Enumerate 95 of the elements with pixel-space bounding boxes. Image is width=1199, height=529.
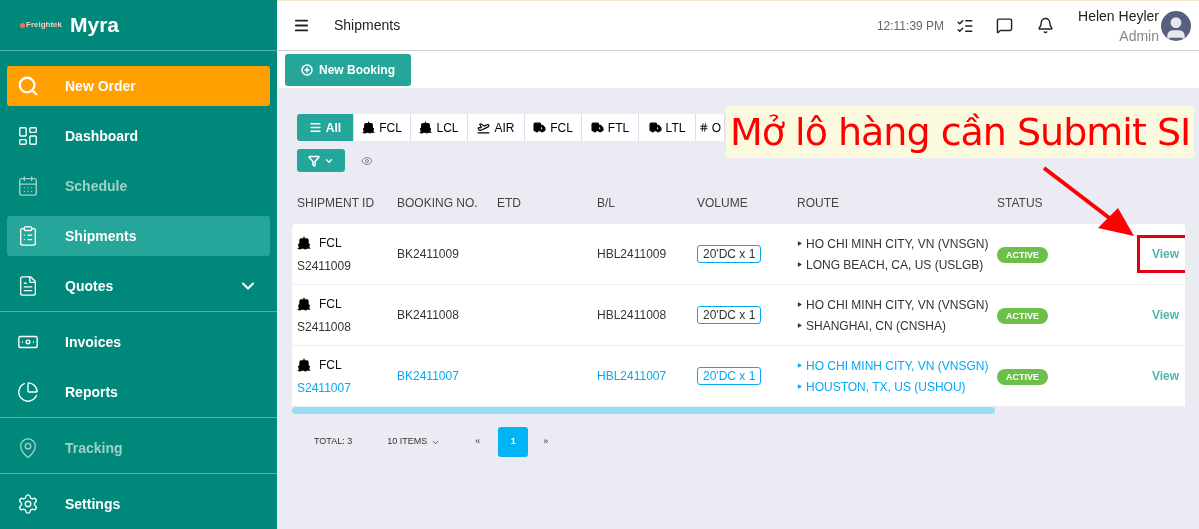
route-port: LONG BEACH, CA, US (USLGB) [806, 256, 984, 274]
view-link[interactable]: View [1137, 357, 1185, 395]
status-badge: ACTIVE [997, 308, 1048, 324]
sidebar-item[interactable]: Quotes [7, 266, 270, 306]
booking-number: BK2411007 [397, 368, 460, 385]
filter-button[interactable] [297, 149, 345, 172]
status-badge: ACTIVE [997, 369, 1048, 385]
route-port: HOUSTON, TX, US (USHOU) [806, 378, 966, 396]
shipment-id[interactable]: S2411008 [297, 317, 397, 336]
ship-icon [297, 235, 311, 250]
booking-number: BK2411009 [397, 246, 460, 263]
filter-tab[interactable]: FCL [525, 114, 582, 141]
view-link[interactable]: View [1137, 296, 1185, 334]
sidebar-item[interactable]: Dashboard [7, 116, 270, 156]
clipboard-icon [17, 225, 39, 247]
filter-icon [308, 154, 320, 167]
sidebar-item[interactable]: Invoices [7, 322, 270, 362]
search-icon [17, 75, 39, 97]
caret-icon [797, 262, 802, 267]
column-header: VOLUME [697, 194, 749, 212]
scrollbar[interactable] [292, 407, 995, 414]
user-name: Helen Heyler [1078, 6, 1159, 26]
volume-tag: 20'DC x 1 [697, 245, 762, 263]
sidebar-item[interactable]: Settings [7, 484, 270, 524]
column-header: BOOKING NO. [397, 194, 479, 212]
menu-icon[interactable] [293, 17, 310, 34]
sidebar-item[interactable]: Reports [7, 372, 270, 412]
user-role: Admin [1119, 26, 1159, 46]
view-link[interactable]: View [1137, 235, 1185, 273]
filter-tab[interactable]: FCL [354, 114, 411, 141]
caret-icon [797, 241, 802, 246]
settings-icon [17, 493, 39, 515]
filter-tab[interactable]: O [696, 114, 725, 141]
chat-icon[interactable] [996, 17, 1014, 34]
column-header: B/L [597, 194, 616, 212]
truck-icon [648, 121, 662, 134]
filter-tab[interactable]: All [297, 114, 354, 141]
route-port: SHANGHAI, CN (CNSHA) [806, 317, 946, 335]
caret-icon [797, 363, 802, 368]
ship-icon [297, 357, 311, 372]
avatar[interactable] [1161, 10, 1191, 41]
route-port: HO CHI MINH CITY, VN (VNSGN) [806, 296, 989, 314]
column-header: ROUTE [797, 194, 840, 212]
table-row[interactable]: FCL S2411008 BK2411008 HBL2411008 20'DC x 1 HO CHI MINH CITY, VN (VNSGN) SHANGHAI, CN (CNSHA) ACTIVE View [292, 285, 1185, 346]
pie-chart-icon [17, 381, 39, 403]
dashboard-icon [17, 125, 39, 147]
page-size-select[interactable]: 10 ITEMS [387, 435, 441, 449]
truck-icon [590, 121, 604, 134]
bill-of-lading: HBL2411008 [597, 307, 668, 324]
volume-tag: 20'DC x 1 [697, 306, 762, 324]
column-header: SHIPMENT ID [297, 194, 376, 212]
notification-icon[interactable] [1037, 17, 1055, 34]
transport-mode: FCL [319, 295, 342, 313]
caret-icon [797, 323, 802, 328]
bill-of-lading: HBL2411009 [597, 246, 668, 263]
previous-page[interactable]: « [475, 435, 481, 449]
column-header: STATUS [997, 194, 1044, 212]
truck-icon [533, 121, 547, 134]
logo: Freightek [20, 19, 62, 31]
plus-icon [301, 63, 313, 76]
filter-tab[interactable]: LCL [411, 114, 468, 141]
booking-number: BK2411008 [397, 307, 460, 324]
caret-icon [797, 384, 802, 389]
route-port: HO CHI MINH CITY, VN (VNSGN) [806, 357, 989, 375]
ship-icon [419, 121, 433, 134]
route-port: HO CHI MINH CITY, VN (VNSGN) [806, 235, 989, 253]
shipment-id[interactable]: S2411009 [297, 256, 397, 275]
next-page[interactable]: » [543, 435, 549, 449]
sidebar-item[interactable]: Shipments [7, 216, 270, 256]
page-title: Shipments [334, 16, 401, 35]
column-header: ETD [497, 194, 522, 212]
caret-icon [797, 302, 802, 307]
total-count: TOTAL: 3 [314, 435, 353, 449]
ship-icon [297, 296, 311, 311]
ship-icon [362, 121, 376, 134]
volume-tag: 20'DC x 1 [697, 367, 762, 385]
shipment-id[interactable]: S2411007 [297, 378, 397, 397]
hash-icon [699, 122, 709, 133]
filter-tab[interactable]: LTL [639, 114, 696, 141]
document-icon [17, 275, 39, 297]
clock-time: 12:11:39 PM [876, 17, 945, 35]
annotation-callout: Mở lô hàng cần Submit SI [726, 106, 1195, 158]
page-number[interactable]: 1 [498, 427, 529, 457]
calendar-icon [17, 175, 39, 197]
transport-mode: FCL [319, 234, 342, 252]
new-booking-button[interactable]: New Booking [285, 53, 411, 86]
filter-tab[interactable]: FTL [582, 114, 639, 141]
brand-name: Myra [70, 12, 120, 39]
transport-mode: FCL [319, 356, 342, 374]
plane-icon [477, 121, 491, 134]
bill-of-lading: HBL2411007 [597, 368, 668, 385]
status-badge: ACTIVE [997, 247, 1048, 263]
list-icon [308, 121, 322, 134]
filter-tab[interactable]: AIR [468, 114, 525, 141]
map-pin-icon [17, 437, 39, 459]
